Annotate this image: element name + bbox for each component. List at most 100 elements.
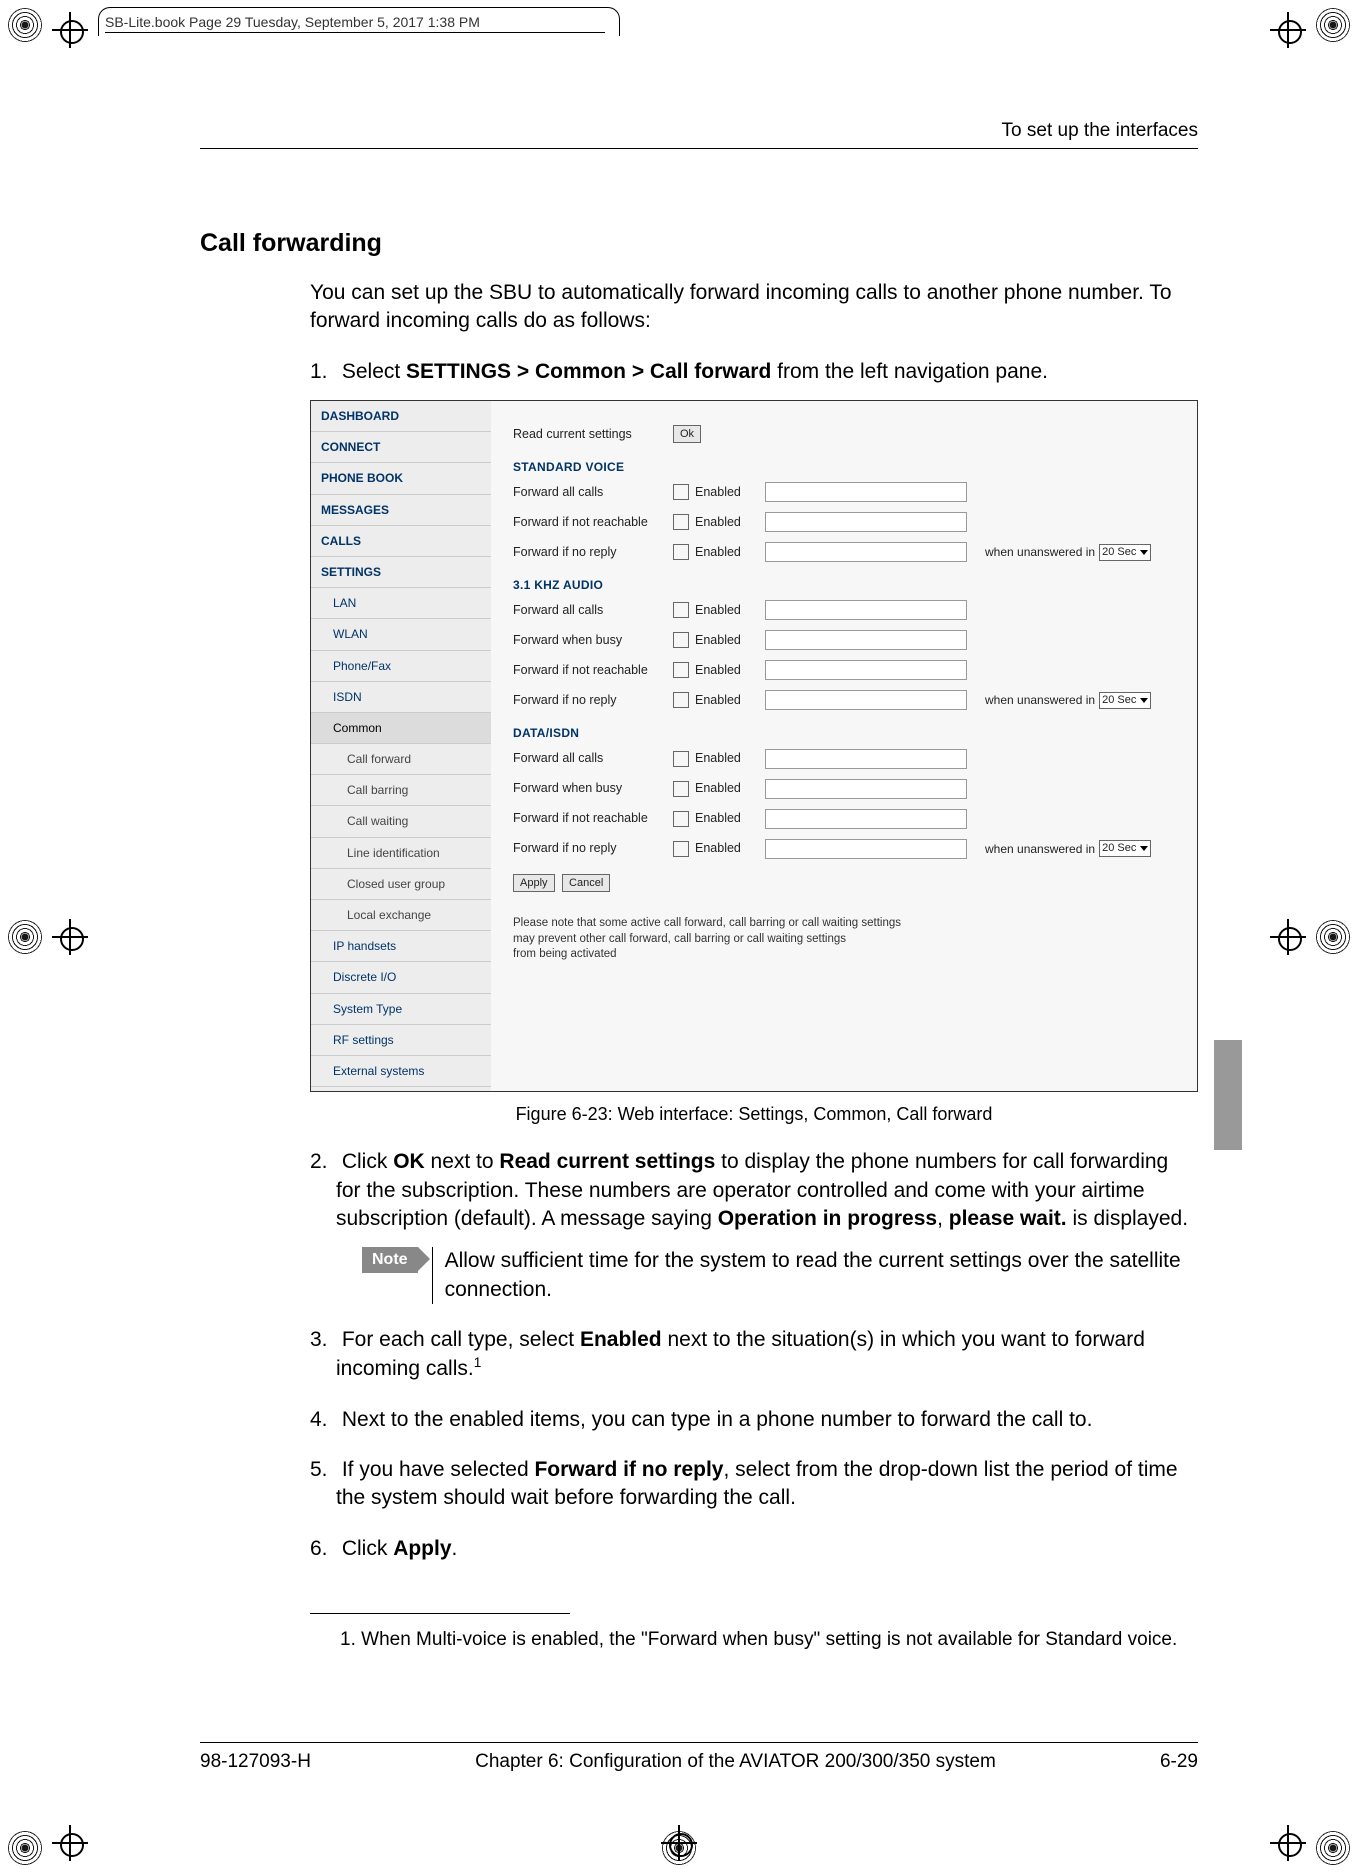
nav-item[interactable]: Line identification [311,838,491,869]
nav-item[interactable]: MESSAGES [311,495,491,526]
nav-item[interactable]: SETTINGS [311,557,491,588]
forward-number-input[interactable] [765,482,967,502]
forward-row: Forward all callsEnabled [513,744,1175,774]
footer-chapter: Chapter 6: Configuration of the AVIATOR … [475,1751,996,1773]
nav-item[interactable]: DASHBOARD [311,401,491,432]
step-number: 6. [310,1535,336,1563]
enabled-label: Enabled [695,692,765,709]
nav-item[interactable]: LAN [311,588,491,619]
forward-row: Forward if no replyEnabledwhen unanswere… [513,537,1175,567]
framemaker-header: SB-Lite.book Page 29 Tuesday, September … [105,14,605,33]
forward-number-input[interactable] [765,660,967,680]
read-current-label: Read current settings [513,426,673,443]
timeout-select[interactable]: 20 Sec [1099,544,1151,561]
footnote: 1. When Multi-voice is enabled, the "For… [340,1628,1198,1653]
crosshair-icon [661,1825,697,1861]
step-4-text: Next to the enabled items, you can type … [342,1408,1093,1431]
forward-row: Forward when busyEnabled [513,625,1175,655]
forward-row-label: Forward if no reply [513,692,673,709]
step-6: 6. Click Apply. [310,1535,1198,1563]
enabled-checkbox[interactable] [673,544,689,560]
forward-row: Forward if not reachableEnabled [513,655,1175,685]
forward-row: Forward when busyEnabled [513,774,1175,804]
enabled-label: Enabled [695,840,765,857]
crop-mark [1316,1831,1350,1865]
nav-item[interactable]: Call forward [311,744,491,775]
nav-item[interactable]: Phone/Fax [311,651,491,682]
screenshot-footer-note: Please note that some active call forwar… [513,916,943,963]
forward-row: Forward all calls Enabled [513,595,1175,625]
nav-item[interactable]: External systems [311,1056,491,1087]
step-1-path: SETTINGS > Common > Call forward [406,360,771,383]
forward-number-input[interactable] [765,749,967,769]
nav-item[interactable]: PHONE BOOK [311,463,491,494]
apply-button[interactable]: Apply [513,874,555,893]
step-1-text: Select SETTINGS > Common > Call forward … [342,360,1048,383]
footnote-text: When Multi-voice is enabled, the "Forwar… [361,1629,1177,1650]
nav-item[interactable]: CALLS [311,526,491,557]
enabled-label: Enabled [695,602,765,619]
forward-number-input[interactable] [765,690,967,710]
enabled-checkbox[interactable] [673,514,689,530]
step-3: 3. For each call type, select Enabled ne… [310,1326,1198,1384]
intro-paragraph: You can set up the SBU to automatically … [310,279,1198,336]
nav-item[interactable]: ISDN [311,682,491,713]
nav-item[interactable]: CONNECT [311,432,491,463]
forward-row: Forward if not reachableEnabled [513,804,1175,834]
step-1: 1. Select SETTINGS > Common > Call forwa… [310,358,1198,386]
forward-row-label: Forward if not reachable [513,514,673,531]
nav-item[interactable]: System Type [311,994,491,1025]
forward-number-input[interactable] [765,809,967,829]
forward-number-input[interactable] [765,600,967,620]
nav-item[interactable]: Call barring [311,775,491,806]
forward-number-input[interactable] [765,542,967,562]
forward-row-label: Forward all calls [513,484,673,501]
nav-item[interactable]: Closed user group [311,869,491,900]
running-head: To set up the interfaces [200,120,1198,149]
forward-row-label: Forward all calls [513,750,673,767]
nav-item[interactable]: RF settings [311,1025,491,1056]
forward-number-input[interactable] [765,839,967,859]
forward-number-input[interactable] [765,779,967,799]
forward-number-input[interactable] [765,630,967,650]
enabled-checkbox[interactable] [673,781,689,797]
timeout-select[interactable]: 20 Sec [1099,840,1151,857]
timeout-select[interactable]: 20 Sec [1099,692,1151,709]
nav-item[interactable]: IP handsets [311,931,491,962]
action-buttons: Apply Cancel [513,874,1175,893]
crosshair-icon [1270,12,1306,48]
enabled-label: Enabled [695,780,765,797]
nav-item[interactable]: Call waiting [311,806,491,837]
enabled-label: Enabled [695,544,765,561]
enabled-checkbox[interactable] [673,484,689,500]
enabled-checkbox[interactable] [673,751,689,767]
forward-row: Forward if no replyEnabledwhen unanswere… [513,834,1175,864]
enabled-checkbox[interactable] [673,662,689,678]
forward-row-label: Forward if no reply [513,840,673,857]
crosshair-icon [52,12,88,48]
forward-row-label: Forward if not reachable [513,662,673,679]
crosshair-icon [52,919,88,955]
enabled-checkbox[interactable] [673,841,689,857]
forward-row-label: Forward when busy [513,632,673,649]
forward-row-label: Forward all calls [513,602,673,619]
enabled-checkbox[interactable] [673,692,689,708]
nav-item[interactable]: WLAN [311,619,491,650]
forward-number-input[interactable] [765,512,967,532]
nav-item[interactable]: Discrete I/O [311,962,491,993]
enabled-checkbox[interactable] [673,811,689,827]
figure-caption: Figure 6-23: Web interface: Settings, Co… [310,1102,1198,1126]
enabled-checkbox[interactable] [673,602,689,618]
step-number: 1. [310,358,336,386]
crosshair-icon [52,1825,88,1861]
step-6-text: Click Apply. [342,1537,458,1560]
step-5-text: If you have selected Forward if no reply… [336,1458,1178,1509]
nav-item[interactable]: Common [311,713,491,744]
enabled-label: Enabled [695,514,765,531]
enabled-checkbox[interactable] [673,632,689,648]
enabled-label: Enabled [695,484,765,501]
step-3-text: For each call type, select Enabled next … [336,1328,1145,1380]
ok-button[interactable]: Ok [673,425,701,444]
cancel-button[interactable]: Cancel [562,874,610,893]
nav-item[interactable]: Local exchange [311,900,491,931]
